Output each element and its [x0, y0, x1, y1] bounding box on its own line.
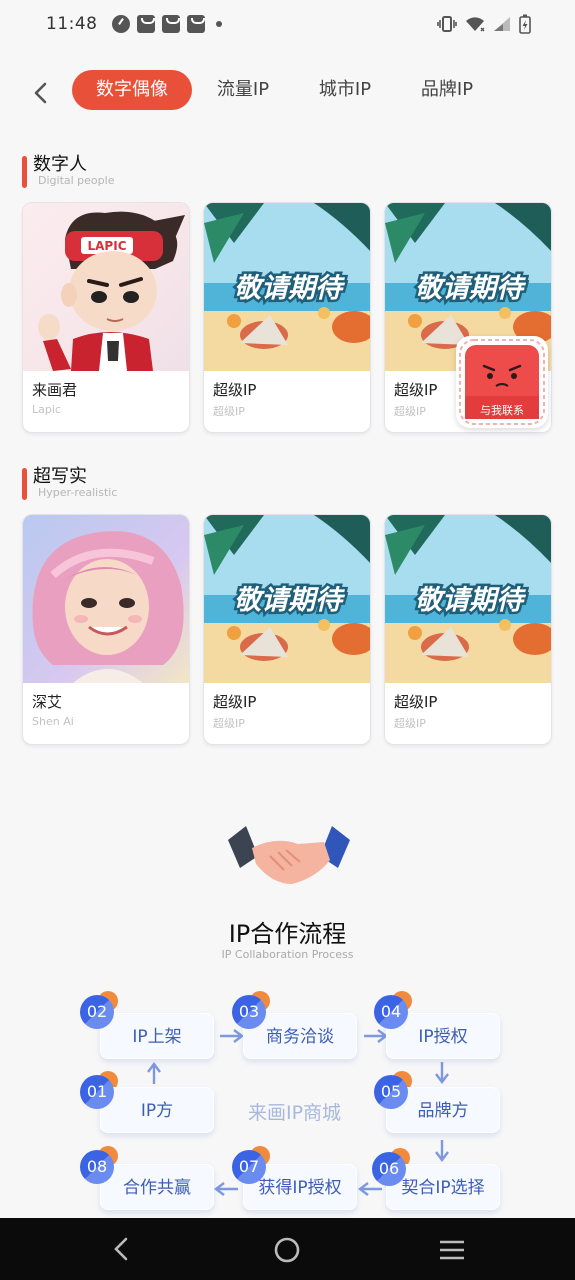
- step-label: 契合IP选择: [401, 1178, 485, 1198]
- card-title: 超级IP: [213, 693, 257, 711]
- shopping-bag-icon: [186, 15, 205, 33]
- contact-us-label: 与我联系: [480, 404, 524, 417]
- step-label: 商务洽谈: [266, 1027, 334, 1047]
- lapic-mascot-image: LAPIC: [23, 203, 189, 371]
- step-label: 品牌方: [417, 1101, 469, 1121]
- contact-us-button[interactable]: 与我联系: [456, 336, 548, 428]
- coming-soon-text: 敬请期待: [234, 273, 346, 304]
- card-title: 超级IP: [213, 381, 257, 399]
- process-step-win-win: 合作共赢: [100, 1164, 214, 1210]
- coming-soon-text: 敬请期待: [415, 273, 527, 304]
- arrow-down-icon: [435, 1140, 449, 1162]
- tab-brand-ip[interactable]: 品牌IP: [410, 70, 484, 110]
- tab-city-ip[interactable]: 城市IP: [308, 70, 382, 110]
- step-number: 05: [374, 1071, 412, 1109]
- arrow-right-icon: [364, 1029, 388, 1043]
- nav-menu-icon[interactable]: [438, 1238, 466, 1262]
- shopping-bag-icon: [161, 15, 180, 33]
- category-tabs: 数字偶像 流量IP 城市IP 品牌IP: [0, 70, 575, 118]
- arrow-down-icon: [435, 1062, 449, 1084]
- section-marker: [22, 156, 27, 188]
- step-label: 获得IP授权: [258, 1178, 342, 1198]
- card-subtitle: 超级IP: [213, 405, 245, 418]
- step-label: IP授权: [418, 1027, 468, 1047]
- process-step-ip-listing: IP上架: [100, 1013, 214, 1059]
- ip-card-lapic[interactable]: LAPIC 来画君 Lapic: [22, 202, 190, 433]
- coming-soon-image: 敬请期待: [385, 515, 551, 683]
- card-subtitle: Lapic: [32, 403, 61, 416]
- process-center-label: 来画IP商城: [248, 1102, 342, 1124]
- step-label: IP上架: [132, 1027, 182, 1047]
- coming-soon-text: 敬请期待: [234, 585, 346, 616]
- ip-card-shen-ai[interactable]: 深艾 Shen Ai: [22, 514, 190, 745]
- arrow-left-icon: [214, 1182, 238, 1196]
- step-number: 06: [372, 1148, 410, 1186]
- section-subtitle: Hyper-realistic: [38, 486, 118, 499]
- process-step-ip-owner: IP方: [100, 1087, 214, 1133]
- step-number: 07: [232, 1146, 270, 1184]
- ip-card-super-ip[interactable]: 敬请期待 超级IP 超级IP: [203, 514, 371, 745]
- wifi-icon: [466, 17, 485, 32]
- battery-icon: [519, 14, 531, 34]
- card-subtitle: 超级IP: [394, 405, 426, 418]
- handshake-icon: [228, 826, 350, 884]
- arrow-up-icon: [147, 1062, 161, 1084]
- tab-traffic-ip[interactable]: 流量IP: [206, 70, 280, 110]
- step-label: 合作共赢: [123, 1178, 191, 1198]
- coming-soon-text: 敬请期待: [415, 585, 527, 616]
- tab-digital-idol[interactable]: 数字偶像: [72, 70, 192, 110]
- card-title: 深艾: [32, 693, 63, 711]
- section-title: 超写实: [33, 466, 87, 487]
- speedometer-icon: [111, 15, 130, 33]
- status-bar: 11:48: [0, 0, 575, 48]
- card-subtitle: 超级IP: [394, 717, 426, 730]
- coming-soon-image: 敬请期待: [204, 515, 370, 683]
- coming-soon-image: 敬请期待: [204, 203, 370, 371]
- nav-home-icon[interactable]: [273, 1236, 301, 1264]
- vibrate-icon: [437, 16, 457, 32]
- process-title: IP合作流程: [228, 920, 347, 948]
- section-subtitle: Digital people: [38, 174, 115, 187]
- status-time: 11:48: [46, 14, 98, 34]
- shopping-bag-icon: [136, 15, 155, 33]
- ip-card-super-ip[interactable]: 敬请期待 超级IP 超级IP: [203, 202, 371, 433]
- back-icon[interactable]: [26, 78, 56, 108]
- system-icons: [437, 14, 531, 34]
- step-number: 02: [80, 991, 118, 1029]
- mascot-cap-text: LAPIC: [88, 239, 127, 253]
- card-title: 超级IP: [394, 381, 438, 399]
- section-marker: [22, 468, 27, 500]
- nav-back-icon[interactable]: [108, 1236, 134, 1262]
- card-title: 来画君: [32, 381, 78, 399]
- card-subtitle: 超级IP: [213, 717, 245, 730]
- section-title: 数字人: [33, 154, 87, 175]
- step-number: 04: [374, 991, 412, 1029]
- card-title: 超级IP: [394, 693, 438, 711]
- step-label: IP方: [140, 1101, 174, 1121]
- step-number: 08: [80, 1146, 118, 1184]
- more-notifications-icon: [215, 21, 222, 27]
- signal-icon: [494, 17, 510, 31]
- card-subtitle: Shen Ai: [32, 715, 74, 728]
- step-number: 03: [232, 991, 270, 1029]
- shen-ai-portrait-image: [23, 515, 189, 683]
- process-subtitle: IP Collaboration Process: [221, 948, 354, 961]
- system-nav-bar: [0, 1218, 575, 1280]
- notification-icons: [111, 15, 222, 33]
- arrow-right-icon: [220, 1029, 244, 1043]
- step-number: 01: [80, 1071, 118, 1109]
- ip-card-super-ip[interactable]: 敬请期待 超级IP 超级IP: [384, 514, 552, 745]
